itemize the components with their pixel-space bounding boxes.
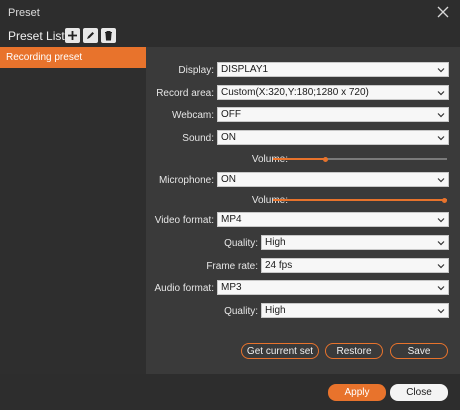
frame-rate-select[interactable]: 24 fps [261, 258, 449, 273]
chevron-down-icon [437, 309, 445, 314]
chevron-down-icon [437, 241, 445, 246]
dialog-footer: Apply Close [0, 374, 460, 410]
restore-button[interactable]: Restore [325, 343, 383, 359]
video-format-label: Video format: [154, 215, 214, 226]
microphone-select[interactable]: ON [217, 172, 449, 187]
plus-icon [68, 31, 77, 40]
chevron-down-icon [437, 136, 445, 141]
chevron-down-icon [437, 91, 445, 96]
sound-select[interactable]: ON [217, 130, 449, 145]
chevron-down-icon [437, 218, 445, 223]
mic-volume-slider[interactable] [273, 197, 447, 203]
video-quality-label: Quality: [224, 238, 258, 249]
sound-volume-thumb[interactable] [323, 156, 328, 162]
title-bar: Preset [0, 0, 460, 25]
video-quality-select[interactable]: High [261, 235, 449, 250]
trash-icon [105, 31, 112, 41]
display-label: Display: [178, 65, 214, 76]
close-button[interactable]: Close [390, 384, 448, 401]
record-area-select[interactable]: Custom(X:320,Y:180;1280 x 720) [217, 85, 449, 100]
microphone-label: Microphone: [158, 175, 214, 186]
audio-quality-select[interactable]: High [261, 303, 449, 318]
preset-list-label: Preset List [8, 29, 65, 43]
chevron-down-icon [437, 68, 445, 73]
get-current-set-button[interactable]: Get current set [241, 343, 319, 359]
audio-format-label: Audio format: [154, 283, 214, 294]
record-area-label: Record area: [156, 88, 214, 99]
close-icon[interactable] [434, 3, 452, 21]
video-format-select[interactable]: MP4 [217, 212, 449, 227]
frame-rate-label: Frame rate: [206, 261, 258, 272]
add-preset-button[interactable] [65, 28, 80, 43]
delete-preset-button[interactable] [101, 28, 116, 43]
mic-volume-fill [273, 199, 447, 201]
sidebar-item-recording-preset[interactable]: Recording preset [0, 47, 146, 68]
display-select[interactable]: DISPLAY1 [217, 62, 449, 77]
sound-label: Sound: [182, 133, 214, 144]
webcam-select[interactable]: OFF [217, 107, 449, 122]
save-button[interactable]: Save [390, 343, 448, 359]
chevron-down-icon [437, 113, 445, 118]
chevron-down-icon [437, 264, 445, 269]
audio-quality-label: Quality: [224, 306, 258, 317]
sound-volume-slider[interactable] [273, 156, 447, 162]
webcam-label: Webcam: [171, 110, 214, 121]
audio-format-select[interactable]: MP3 [217, 280, 449, 295]
edit-preset-button[interactable] [83, 28, 98, 43]
preset-list-header: Preset List [0, 25, 460, 47]
mic-volume-thumb[interactable] [442, 197, 447, 203]
sound-volume-fill [273, 158, 325, 160]
pencil-icon [87, 32, 94, 39]
window-title: Preset [8, 7, 40, 19]
chevron-down-icon [437, 178, 445, 183]
preset-sidebar: Recording preset [0, 47, 146, 374]
chevron-down-icon [437, 286, 445, 291]
apply-button[interactable]: Apply [328, 384, 386, 401]
settings-panel: Display: DISPLAY1 Record area: Custom(X:… [146, 47, 460, 374]
